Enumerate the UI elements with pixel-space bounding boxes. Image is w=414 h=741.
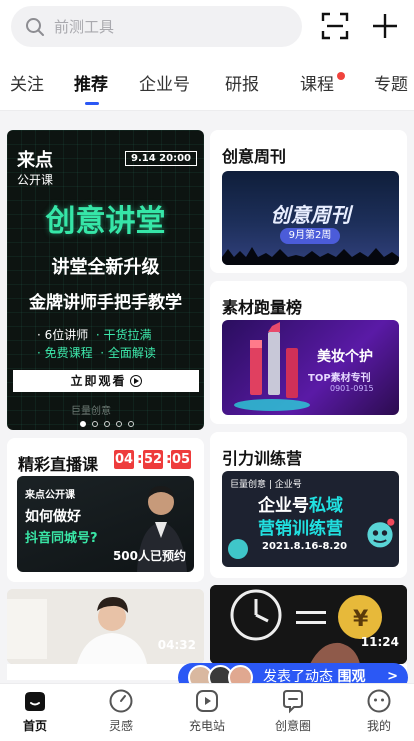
card-title: 引力训练营 (222, 449, 303, 468)
carousel-dot[interactable] (116, 421, 122, 427)
ranking-card[interactable]: 素材跑量榜 美妆个护 TOP素材专刊 0901-0915 (210, 281, 407, 424)
divider (0, 110, 414, 111)
weekly-cover: 创意周刊 9月第2周 (222, 171, 399, 265)
carousel-dot[interactable] (104, 421, 110, 427)
bottom-nav: 首页 灵感 充电站 创意圈 我的 (0, 683, 414, 741)
search-icon (26, 18, 44, 36)
banner-carousel[interactable]: 来点 公开课 9.14 20:00 创意讲堂 讲堂全新升级 金牌讲师手把手教学 … (7, 130, 204, 430)
top-bar: 前测工具 (0, 0, 414, 54)
live-cover: 来点公开课 如何做好 抖音同城号? 500人已预约 (17, 476, 194, 572)
tab-courses[interactable]: 课程 (300, 74, 334, 96)
home-icon (25, 692, 45, 711)
nav-inspiration[interactable]: 灵感 (91, 684, 151, 741)
banner-points: · 6位讲师 · 干货拉满 · 免费课程 · 全面解读 (37, 328, 156, 360)
banner-headline: 创意讲堂 (45, 204, 166, 239)
svg-text:¥: ¥ (353, 607, 369, 632)
tab-recommend[interactable]: 推荐 (74, 74, 108, 96)
carousel-dot[interactable] (80, 421, 86, 427)
watch-now-button[interactable]: 立即观看 (13, 370, 199, 392)
tree-silhouette (222, 247, 399, 265)
video-card[interactable]: 04:32 (7, 589, 204, 664)
live-card[interactable]: 精彩直播课 04 : 52 : 05 来点公开课 如何做好 抖音同城号? 500… (7, 438, 204, 582)
banner-brand: 巨量创意 (71, 406, 111, 417)
tab-follow[interactable]: 关注 (10, 74, 44, 96)
add-icon[interactable] (370, 11, 400, 41)
nav-circle[interactable]: 创意圈 (263, 684, 323, 741)
tab-enterprise[interactable]: 企业号 (139, 74, 190, 96)
planet-illustration (228, 539, 248, 559)
video-duration: 04:32 (157, 638, 196, 652)
tab-topics[interactable]: 专题 (374, 74, 408, 96)
video-thumbnail (7, 589, 204, 664)
card-title: 创意周刊 (222, 147, 287, 166)
banner-line1: 讲堂全新升级 (51, 257, 160, 278)
profile-icon (367, 689, 391, 713)
banner-logo: 来点 (17, 150, 53, 171)
chevron-right-icon: > (387, 669, 398, 684)
channel-tabs: 关注 推荐 企业号 研报 课程 专题 (0, 54, 414, 110)
carousel-dot[interactable] (128, 421, 134, 427)
play-icon (129, 375, 142, 387)
ranking-cover: 美妆个护 TOP素材专刊 0901-0915 (222, 320, 399, 415)
carousel-dot[interactable] (92, 421, 98, 427)
compass-icon (109, 689, 133, 713)
video-title-cut (7, 664, 204, 680)
notification-dot (337, 72, 345, 80)
chat-icon (283, 690, 303, 714)
tab-reports[interactable]: 研报 (225, 74, 259, 96)
search-bar[interactable]: 前测工具 (11, 6, 302, 47)
video-thumbnail: ¥ (210, 585, 407, 664)
active-tab-indicator (85, 102, 99, 105)
search-placeholder: 前测工具 (54, 18, 115, 36)
play-icon (196, 690, 218, 712)
card-title: 素材跑量榜 (222, 298, 303, 317)
banner-logo-sub: 公开课 (17, 173, 54, 187)
video-card[interactable]: ¥ 11:24 (210, 585, 407, 664)
mascot-illustration (367, 518, 395, 548)
camp-cover: 巨量创意 | 企业号 企业号私域 营销训练营 2021.8.16-8.20 (222, 471, 399, 567)
banner-line2: 金牌讲师手把手教学 (29, 293, 182, 313)
card-title: 精彩直播课 (18, 455, 99, 474)
nav-profile[interactable]: 我的 (349, 684, 409, 741)
lipstick-illustration (234, 322, 310, 411)
nav-charging[interactable]: 充电站 (177, 684, 237, 741)
nav-home[interactable]: 首页 (5, 684, 65, 741)
scan-icon[interactable] (320, 11, 350, 41)
banner-date: 9.14 20:00 (125, 151, 197, 166)
weekly-card[interactable]: 创意周刊 创意周刊 9月第2周 (210, 130, 407, 273)
camp-card[interactable]: 引力训练营 巨量创意 | 企业号 企业号私域 营销训练营 2021.8.16-8… (210, 432, 407, 578)
video-duration: 11:24 (360, 635, 399, 649)
